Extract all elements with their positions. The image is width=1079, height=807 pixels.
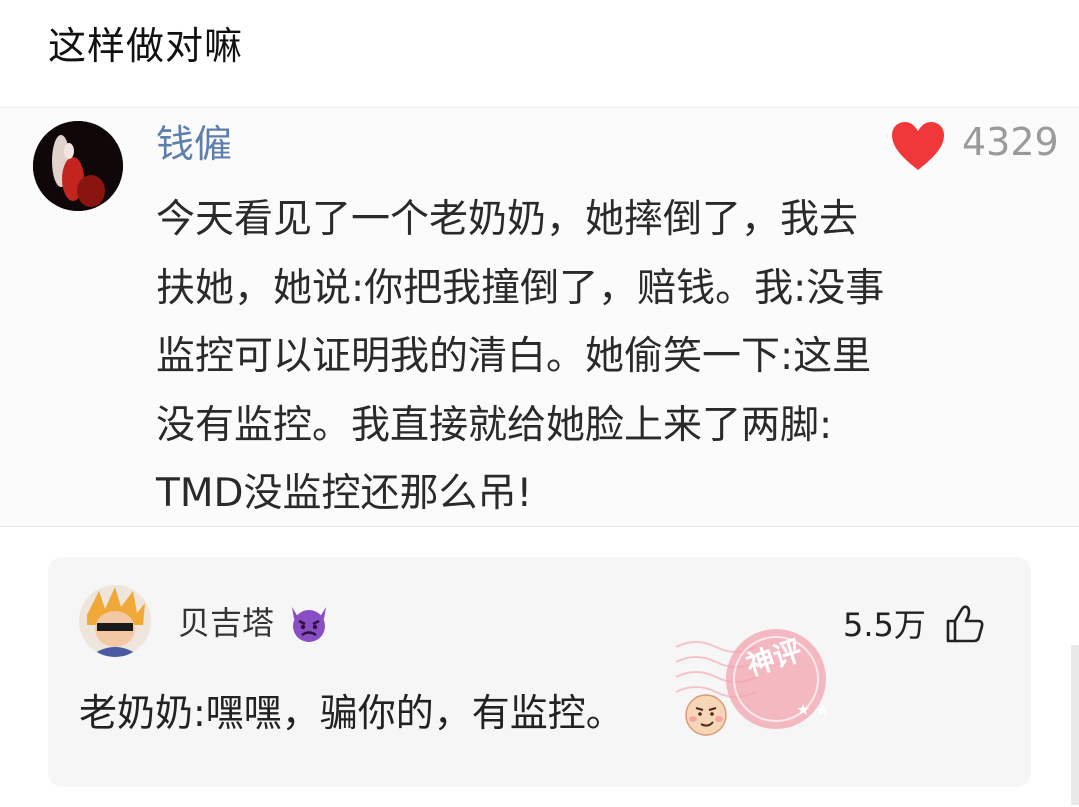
thumbs-up-icon[interactable]: [944, 603, 986, 645]
svg-text:★ ★: ★ ★: [796, 700, 826, 719]
comment-line: 没有监控。我直接就给她脸上来了两脚:: [156, 402, 833, 448]
top-comment-card: ★ ★ 神评 贝吉塔 5.5万 老奶奶:嘿嘿，骗你的，有监控。: [48, 557, 1031, 787]
like-count: 4329: [962, 120, 1059, 164]
comment-line: TMD没监控还那么吊!: [156, 471, 533, 516]
page: 这样做对嘛 钱僱 4329 今天看见了一个老奶奶，她摔倒了，我去 扶她，她说:你…: [0, 0, 1079, 807]
smirk-face-icon: [684, 693, 728, 737]
username[interactable]: 钱僱: [156, 118, 232, 170]
devil-emoji-icon: [286, 603, 332, 643]
avatar[interactable]: [79, 585, 151, 657]
comment-line: 今天看见了一个老奶奶，她摔倒了，我去: [156, 197, 859, 242]
username[interactable]: 贝吉塔: [178, 601, 274, 645]
comment-line: 监控可以证明我的清白。她偷笑一下:这里: [156, 334, 872, 379]
comment-line: 扶她，她说:你把我撞倒了，赔钱。我:没事: [156, 265, 885, 311]
heart-icon[interactable]: [890, 120, 946, 172]
scrollbar[interactable]: [1071, 645, 1079, 805]
comment-body: 今天看见了一个老奶奶，她摔倒了，我去 扶她，她说:你把我撞倒了，赔钱。我:没事 …: [156, 186, 1066, 529]
post-title: 这样做对嘛: [48, 24, 244, 68]
comment-text: 老奶奶:嘿嘿，骗你的，有监控。: [79, 691, 624, 735]
avatar[interactable]: [33, 121, 123, 211]
like-count: 5.5万: [843, 606, 926, 644]
embedded-comment-screenshot: 钱僱 4329 今天看见了一个老奶奶，她摔倒了，我去 扶她，她说:你把我撞倒了，…: [0, 107, 1079, 527]
